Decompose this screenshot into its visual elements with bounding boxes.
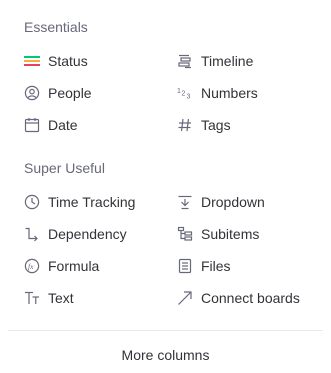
people-icon (24, 85, 40, 101)
time-tracking-icon (24, 194, 40, 210)
column-option-label: Subitems (201, 226, 260, 242)
essentials-section-title: Essentials (24, 19, 88, 35)
column-option-tags[interactable]: Tags (177, 113, 231, 137)
text-icon (24, 290, 40, 306)
date-icon (24, 117, 40, 133)
column-option-label: Status (48, 53, 88, 69)
column-option-connect-boards[interactable]: Connect boards (177, 286, 300, 310)
dependency-icon (24, 226, 40, 242)
column-option-label: Dependency (48, 226, 127, 242)
svg-text:1: 1 (177, 88, 181, 95)
column-option-date[interactable]: Date (24, 113, 78, 137)
connect-boards-icon (177, 290, 193, 306)
svg-text:2: 2 (182, 91, 186, 98)
more-columns-button[interactable]: More columns (0, 344, 331, 366)
column-option-text[interactable]: Text (24, 286, 74, 310)
numbers-icon: 1 2 3 (177, 85, 193, 101)
column-option-label: People (48, 85, 92, 101)
column-option-dropdown[interactable]: Dropdown (177, 190, 265, 214)
column-option-label: Files (201, 258, 231, 274)
column-option-time-tracking[interactable]: Time Tracking (24, 190, 135, 214)
status-icon (24, 53, 40, 69)
column-option-formula[interactable]: fx Formula (24, 254, 99, 278)
column-option-status[interactable]: Status (24, 49, 88, 73)
column-option-dependency[interactable]: Dependency (24, 222, 127, 246)
column-option-label: Time Tracking (48, 194, 136, 210)
column-option-label: Tags (201, 117, 231, 133)
timeline-icon (177, 53, 193, 69)
column-option-timeline[interactable]: Timeline (177, 49, 253, 73)
column-option-label: Connect boards (201, 290, 300, 306)
svg-text:3: 3 (187, 94, 191, 101)
subitems-icon (177, 226, 193, 242)
formula-icon: fx (24, 258, 40, 274)
column-option-label: Formula (48, 258, 100, 274)
column-option-files[interactable]: Files (177, 254, 231, 278)
divider (8, 330, 323, 331)
tags-icon (177, 117, 193, 133)
files-icon (177, 258, 193, 274)
column-option-label: Dropdown (201, 194, 265, 210)
column-option-people[interactable]: People (24, 81, 92, 105)
svg-text:fx: fx (28, 262, 34, 271)
super-useful-section-title: Super Useful (24, 160, 105, 176)
column-option-label: Timeline (201, 53, 254, 69)
column-option-subitems[interactable]: Subitems (177, 222, 259, 246)
dropdown-icon (177, 194, 193, 210)
column-option-label: Text (48, 290, 74, 306)
column-option-label: Numbers (201, 85, 258, 101)
column-option-numbers[interactable]: 1 2 3 Numbers (177, 81, 258, 105)
column-option-label: Date (48, 117, 78, 133)
